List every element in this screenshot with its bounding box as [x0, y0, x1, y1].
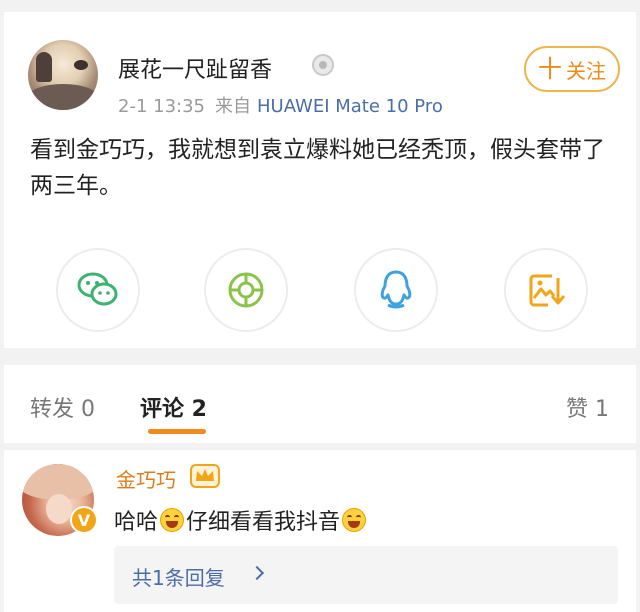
qq-icon — [380, 270, 412, 309]
crown-icon — [190, 464, 220, 488]
verified-icon: V — [70, 506, 98, 534]
save-image-button[interactable] — [504, 248, 588, 332]
share-moments-button[interactable] — [204, 248, 288, 332]
laughing-emoji-icon — [342, 508, 367, 532]
comment-text-part2: 仔细看看我抖音 — [186, 510, 341, 535]
post-meta: 2-1 13:35 来自 HUAWEI Mate 10 Pro — [118, 92, 443, 118]
share-row — [4, 248, 636, 334]
plus-icon: 十 — [538, 55, 562, 83]
comment-text-part1: 哈哈 — [114, 510, 159, 535]
replies-label: 共1条回复 — [132, 566, 225, 590]
chevron-right-icon — [249, 565, 265, 581]
share-wechat-button[interactable] — [56, 248, 140, 332]
wechat-icon — [77, 272, 118, 306]
medal-icon — [312, 54, 334, 76]
post-card: 展花一尺趾留香 2-1 13:35 来自 HUAWEI Mate 10 Pro 十 … — [4, 12, 636, 348]
active-tab-indicator — [148, 429, 206, 434]
post-source-prefix: 来自 — [215, 96, 251, 117]
commenter-name[interactable]: 金巧巧 — [116, 464, 176, 493]
save-image-icon — [529, 274, 566, 307]
follow-label: 关注 — [566, 58, 606, 83]
replies-link[interactable]: 共1条回复 — [114, 546, 618, 604]
post-author-avatar[interactable] — [28, 40, 98, 110]
post-author-name[interactable]: 展花一尺趾留香 — [118, 52, 272, 84]
tab-likes[interactable]: 赞 1 — [566, 391, 609, 423]
post-device[interactable]: HUAWEI Mate 10 Pro — [257, 96, 443, 117]
comment-item: V 金巧巧 哈哈 仔细看看我抖音 共1条回复 — [4, 450, 636, 612]
comment-tabs: 转发 0 评论 2 赞 1 — [4, 365, 636, 443]
tab-reposts[interactable]: 转发 0 — [30, 391, 95, 423]
laughing-emoji-icon — [160, 508, 185, 532]
comment-text: 哈哈 仔细看看我抖音 — [114, 504, 368, 536]
post-text: 看到金巧巧，我就想到袁立爆料她已经秃顶，假头套带了两三年。 — [30, 137, 605, 199]
follow-button[interactable]: 十 关注 — [524, 46, 620, 92]
post-time: 2-1 13:35 — [118, 96, 205, 117]
tab-comments[interactable]: 评论 2 — [140, 391, 207, 423]
share-qq-button[interactable] — [354, 248, 438, 332]
moments-icon — [228, 272, 264, 308]
